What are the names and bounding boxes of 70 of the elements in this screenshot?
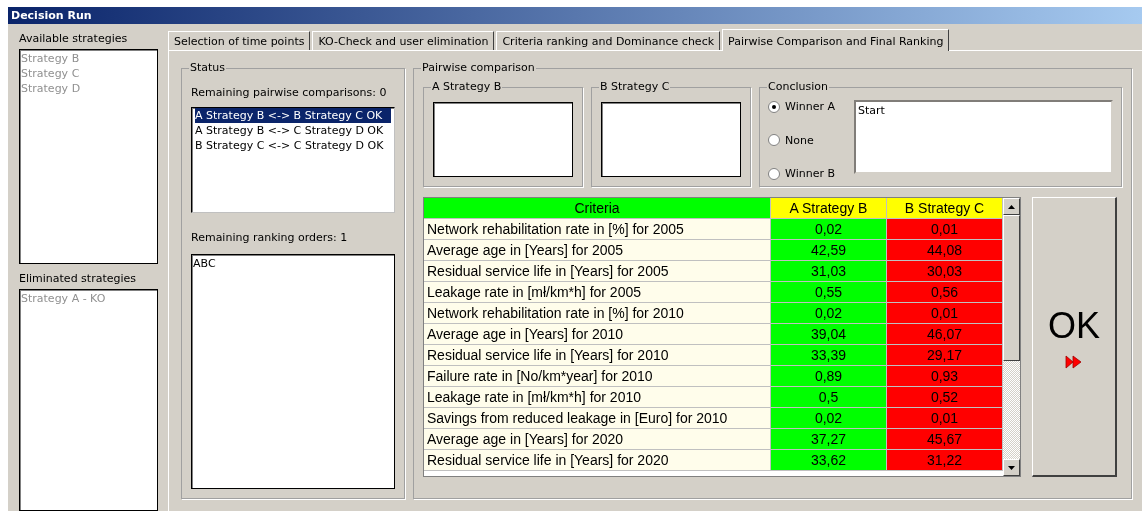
group-title: B Strategy C <box>599 80 671 93</box>
table-cell: 0,02 <box>771 408 887 429</box>
table-cell: Savings from reduced leakage in [Euro] for 2010 <box>424 408 771 429</box>
table-cell: 31,22 <box>887 450 1003 471</box>
table-cell: Failure rate in [No/km*year] for 2010 <box>424 366 771 387</box>
tab[interactable]: Criteria ranking and Dominance check <box>496 31 721 50</box>
table-cell: 31,03 <box>771 261 887 282</box>
table-cell: Average age in [Years] for 2005 <box>424 240 771 261</box>
column-header: B Strategy C <box>887 198 1003 219</box>
table-cell: Leakage rate in [mł/km*h] for 2005 <box>424 282 771 303</box>
tab[interactable]: Pairwise Comparison and Final Ranking <box>722 29 950 51</box>
table-cell: Network rehabilitation rate in [%] for 2005 <box>424 219 771 240</box>
table-cell: 37,27 <box>771 429 887 450</box>
table-cell: 33,62 <box>771 450 887 471</box>
group-title: A Strategy B <box>431 80 503 93</box>
table-cell: Residual service life in [Years] for 2020 <box>424 450 771 471</box>
conclusion-field[interactable]: Start <box>854 100 1113 174</box>
scroll-down-button[interactable] <box>1003 459 1020 476</box>
scroll-up-button[interactable] <box>1003 198 1020 215</box>
group-title: Conclusion <box>767 80 829 93</box>
list-item[interactable]: ABC <box>193 256 216 271</box>
table-cell: 0,01 <box>887 408 1003 429</box>
list-item[interactable]: A Strategy B <-> C Strategy D OK <box>195 123 384 138</box>
group-title: Pairwise comparison <box>421 61 536 74</box>
table-cell: Network rehabilitation rate in [%] for 2010 <box>424 303 771 324</box>
table-cell: 45,67 <box>887 429 1003 450</box>
table-cell: Residual service life in [Years] for 2005 <box>424 261 771 282</box>
table-cell: Leakage rate in [mł/km*h] for 2010 <box>424 387 771 408</box>
list-item[interactable]: B Strategy C <-> C Strategy D OK <box>195 138 384 153</box>
list-label: Available strategies <box>19 31 128 47</box>
table-cell: 0,5 <box>771 387 887 408</box>
column-header: Criteria <box>424 198 771 219</box>
radio-option[interactable]: Winner B <box>768 167 846 180</box>
table-cell: Average age in [Years] for 2020 <box>424 429 771 450</box>
table-cell: 46,07 <box>887 324 1003 345</box>
table-cell: 0,02 <box>771 219 887 240</box>
table-cell: 0,56 <box>887 282 1003 303</box>
down-arrow-icon <box>1008 465 1015 470</box>
table-cell: 0,93 <box>887 366 1003 387</box>
tab[interactable]: Selection of time points <box>168 31 311 50</box>
table-cell: 0,02 <box>771 303 887 324</box>
table-cell: 39,04 <box>771 324 887 345</box>
scrollbar-thumb[interactable] <box>1003 215 1020 361</box>
fast-forward-icon <box>1065 354 1083 369</box>
table-cell: 0,55 <box>771 282 887 303</box>
table-cell: 29,17 <box>887 345 1003 366</box>
table-cell: 0,52 <box>887 387 1003 408</box>
list-label: Eliminated strategies <box>19 271 137 287</box>
tab[interactable]: KO-Check and user elimination <box>312 31 495 50</box>
table-cell: Residual service life in [Years] for 2010 <box>424 345 771 366</box>
group-title: Status <box>189 61 227 74</box>
table-cell: Average age in [Years] for 2010 <box>424 324 771 345</box>
ok-button[interactable]: OK <box>1032 197 1117 477</box>
table-cell: 0,01 <box>887 219 1003 240</box>
table-cell: 30,03 <box>887 261 1003 282</box>
ranking-list[interactable]: ABC <box>191 254 395 489</box>
radio-option[interactable]: None <box>768 133 846 147</box>
list-item[interactable]: A Strategy B <-> B Strategy C OK <box>195 108 391 123</box>
comparison-list[interactable]: A Strategy B <-> B Strategy C OK A Strategy B <-> C Strategy D OK B Strategy C <-> C Strategy D OK <box>191 107 395 213</box>
table-cell: 0,01 <box>887 303 1003 324</box>
table-cell: 0,89 <box>771 366 887 387</box>
table-cell: 42,59 <box>771 240 887 261</box>
radio-option[interactable]: Winner A <box>768 100 846 113</box>
status-text: Remaining ranking orders: 1 <box>191 231 349 244</box>
table-cell: 44,08 <box>887 240 1003 261</box>
status-text: Remaining pairwise comparisons: 0 <box>191 86 388 99</box>
up-arrow-icon <box>1008 204 1015 209</box>
column-header: A Strategy B <box>771 198 887 219</box>
window-title: Decision Run <box>8 7 1142 24</box>
table-cell: 33,39 <box>771 345 887 366</box>
